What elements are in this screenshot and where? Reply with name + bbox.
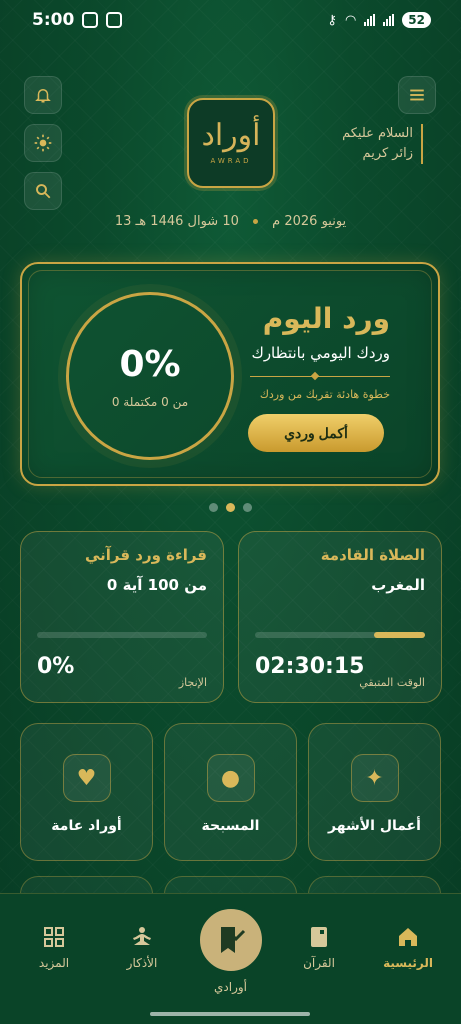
nav-awradi-button[interactable] [197, 906, 265, 974]
tile-tasbih[interactable]: ● المسبحة [164, 723, 297, 861]
search-icon [36, 184, 51, 199]
battery-icon: 52 [402, 12, 431, 28]
logo-subtext: AWRAD [210, 157, 252, 165]
prayer-progress-fill [374, 632, 425, 638]
prayer-name: المغرب [371, 576, 425, 594]
shield-status-icon [82, 12, 99, 28]
prayer-progress-bar [255, 632, 425, 638]
hand-heart-icon: ♥ [62, 754, 111, 802]
sun-icon [34, 134, 52, 152]
nav-quran[interactable]: القرآن [279, 924, 359, 970]
quran-progress-bar [37, 632, 207, 638]
book-icon [306, 924, 332, 950]
date-row: 13 يونيو 2026 م 10 شوال 1446 هـ [0, 214, 461, 229]
ornament-divider [250, 376, 390, 377]
daily-wird-card[interactable]: 0% 0 من 0 مكتملة ورد اليوم وردك اليومي ب… [20, 262, 440, 486]
nav-home[interactable]: الرئيسية [368, 924, 448, 970]
greeting-line1: السلام عليكم [342, 126, 413, 141]
tile-label: المسبحة [201, 818, 260, 834]
nav-quran-label: القرآن [303, 956, 335, 970]
status-time: 5:00 [32, 10, 75, 30]
home-indicator[interactable] [150, 1012, 310, 1016]
carousel-dot-active[interactable] [226, 503, 235, 512]
date-separator [253, 219, 259, 224]
signal-icon [364, 14, 376, 26]
nav-home-label: الرئيسية [383, 956, 433, 970]
quran-percent: 0% [37, 654, 75, 679]
nav-adhkar-label: الأذكار [126, 956, 158, 970]
key-icon: ⚷ [327, 12, 337, 28]
tile-label: أوراد عامة [51, 818, 122, 834]
hijri-date: 10 شوال 1446 هـ [135, 214, 239, 229]
wifi-icon: ◠ [344, 12, 357, 28]
quran-card-value: 0 من 100 آية [106, 576, 207, 594]
hero-subtitle: وردك اليومي بانتظارك [251, 344, 390, 362]
progress-text: 0 من 0 مكتملة [111, 394, 189, 409]
notifications-button[interactable] [24, 76, 62, 114]
greeting: السلام عليكم زائر كريم [342, 124, 423, 164]
next-prayer-card[interactable]: الصلاة القادمة المغرب 02:30:15 الوقت الم… [238, 531, 442, 703]
sparkles-icon: ✦ [350, 754, 399, 802]
signal-icon-2 [383, 14, 395, 26]
carousel-indicator [0, 503, 461, 512]
tile-monthly-deeds[interactable]: ✦ أعمال الأشهر [308, 723, 441, 861]
quran-reading-card[interactable]: قراءة ورد قرآني 0 من 100 آية 0% الإنجاز [20, 531, 224, 703]
prayer-card-title: الصلاة القادمة [320, 546, 425, 564]
tile-general-awrad[interactable]: ♥ أوراد عامة [20, 723, 153, 861]
nav-more-label: المزيد [38, 956, 70, 970]
grid-icon [41, 924, 67, 950]
hero-title: ورد اليوم [262, 302, 390, 335]
nav-more[interactable]: المزيد [14, 924, 94, 970]
hero-note: خطوة هادئة تقربك من وردك [259, 388, 390, 401]
quran-card-title: قراءة ورد قرآني [84, 546, 207, 564]
progress-ring: 0% 0 من 0 مكتملة [66, 292, 234, 460]
prayer-caption: الوقت المتبقي [359, 676, 425, 689]
carousel-dot[interactable] [243, 503, 252, 512]
logo-text: أوراد [201, 118, 261, 153]
app-logo: أوراد AWRAD [187, 98, 275, 188]
quran-caption: الإنجاز [178, 676, 207, 689]
tile-label: أعمال الأشهر [328, 818, 421, 834]
prayer-countdown: 02:30:15 [255, 654, 365, 679]
hamburger-menu-icon [410, 89, 424, 101]
theme-toggle-button[interactable] [24, 124, 62, 162]
bookmark-check-icon [221, 927, 246, 953]
status-bar: 5:00 ⚷ ◠ 52 [0, 0, 461, 40]
nav-adhkar[interactable]: الأذكار [102, 924, 182, 970]
carousel-dot[interactable] [209, 503, 218, 512]
home-icon [395, 924, 421, 950]
tasbih-icon: ● [206, 754, 255, 802]
bell-icon [35, 89, 51, 103]
meditation-icon [129, 924, 155, 950]
progress-percent: 0% [119, 343, 181, 385]
greeting-line2: زائر كريم [362, 146, 413, 161]
nav-awradi-label: أورادي [214, 980, 247, 994]
screenshot-status-icon [106, 12, 123, 28]
search-button[interactable] [24, 172, 62, 210]
complete-wird-button[interactable]: أكمل وردي [248, 414, 384, 452]
menu-button[interactable] [398, 76, 436, 114]
